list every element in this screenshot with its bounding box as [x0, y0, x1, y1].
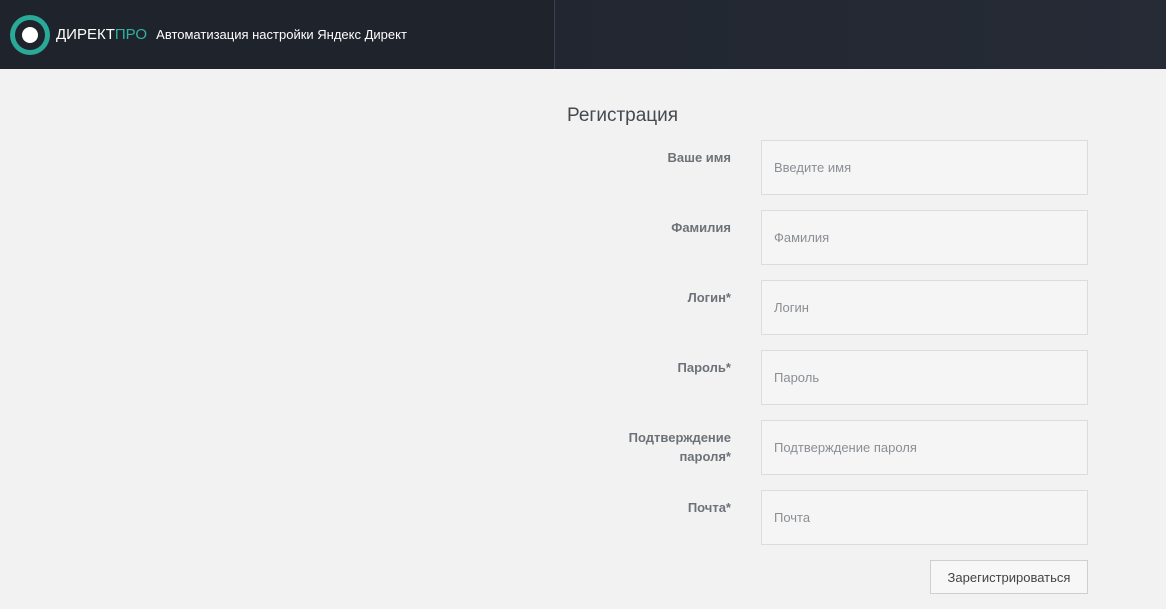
- login-label: Логин*: [687, 290, 731, 305]
- password-confirm-label-line2: пароля*: [679, 449, 731, 464]
- password-confirm-label: Подтверждение пароля*: [571, 428, 731, 466]
- header-brand-area: ДИРЕКТПРО Автоматизация настройки Яндекс…: [0, 0, 555, 69]
- last-name-input[interactable]: [761, 210, 1088, 265]
- target-ring-icon[interactable]: [10, 15, 50, 55]
- password-confirm-label-line1: Подтверждение: [628, 430, 731, 445]
- app-header: ДИРЕКТПРО Автоматизация настройки Яндекс…: [0, 0, 1166, 69]
- password-label: Пароль*: [677, 360, 731, 375]
- brand-logo-text[interactable]: ДИРЕКТПРО Автоматизация настройки Яндекс…: [56, 25, 407, 45]
- first-name-input[interactable]: [761, 140, 1088, 195]
- brand-tagline: Автоматизация настройки Яндекс Директ: [156, 27, 407, 42]
- last-name-label: Фамилия: [671, 220, 731, 235]
- first-name-label: Ваше имя: [667, 150, 732, 165]
- password-input[interactable]: [761, 350, 1088, 405]
- brand-name-part2: ПРО: [114, 26, 147, 43]
- email-input[interactable]: [761, 490, 1088, 545]
- register-button[interactable]: Зарегистрироваться: [930, 560, 1088, 594]
- password-confirm-input[interactable]: [761, 420, 1088, 475]
- login-input[interactable]: [761, 280, 1088, 335]
- page-title: Регистрация: [567, 105, 679, 126]
- brand-name-part1: ДИРЕКТ: [56, 26, 115, 43]
- email-label: Почта*: [687, 500, 731, 515]
